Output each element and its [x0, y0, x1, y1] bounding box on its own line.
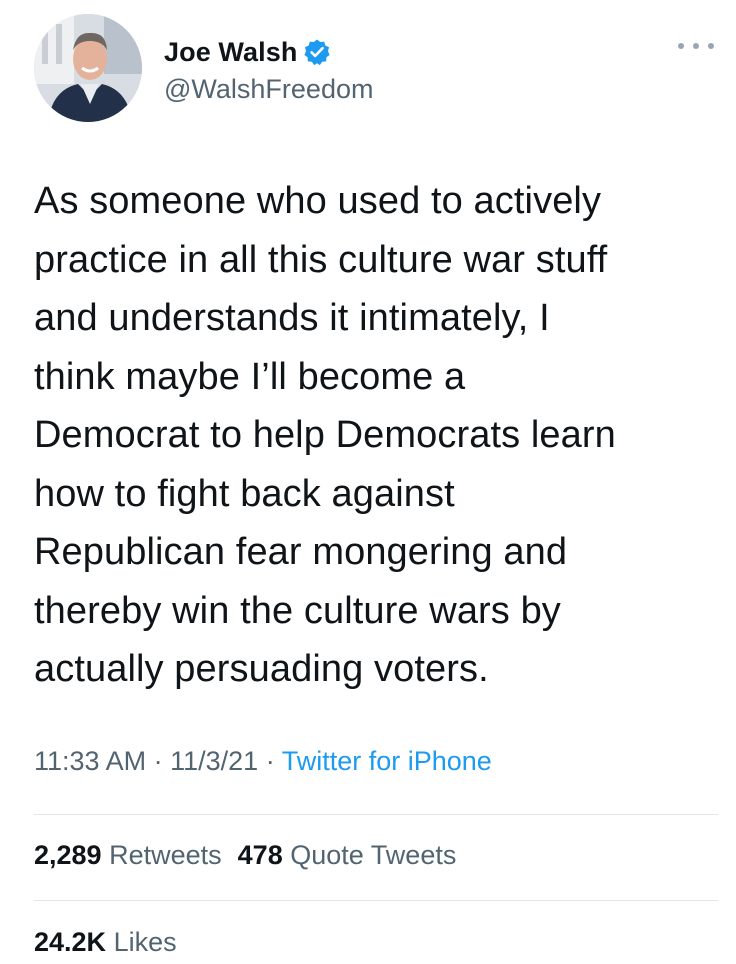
retweets-label: Retweets: [109, 840, 222, 870]
avatar-image: [34, 14, 142, 122]
more-dot: [678, 43, 684, 49]
more-dot: [708, 43, 714, 49]
more-dot: [693, 43, 699, 49]
tweet-meta: 11:33 AM · 11/3/21 · Twitter for iPhone: [34, 746, 492, 777]
likes-count: 24.2K: [34, 927, 107, 957]
retweets-stat[interactable]: 2,289 Retweets: [34, 840, 222, 871]
meta-separator: ·: [153, 746, 163, 776]
quote-tweets-stat[interactable]: 478 Quote Tweets: [238, 840, 457, 871]
more-options-icon[interactable]: [678, 36, 714, 56]
likes-stats-row: 24.2K Likes: [34, 927, 177, 958]
retweets-count: 2,289: [34, 840, 102, 870]
author-block: Joe Walsh @WalshFreedom: [164, 36, 373, 105]
quote-tweets-label: Quote Tweets: [290, 840, 457, 870]
divider: [34, 900, 718, 901]
tweet-header: Joe Walsh @WalshFreedom: [34, 14, 714, 126]
likes-stat[interactable]: 24.2K Likes: [34, 927, 177, 958]
verified-badge-icon: [303, 38, 331, 66]
avatar[interactable]: [34, 14, 142, 122]
tweet-text: As someone who used to actively practice…: [34, 180, 616, 690]
likes-label: Likes: [113, 927, 177, 957]
tweet-time[interactable]: 11:33 AM: [34, 746, 146, 776]
meta-separator: ·: [265, 746, 275, 776]
engagement-stats-row: 2,289 Retweets 478 Quote Tweets: [34, 840, 456, 871]
divider: [34, 814, 718, 815]
quote-tweets-count: 478: [237, 840, 283, 870]
tweet-source-link[interactable]: Twitter for iPhone: [282, 746, 492, 776]
author-handle[interactable]: @WalshFreedom: [164, 74, 373, 105]
author-name[interactable]: Joe Walsh: [164, 37, 297, 68]
tweet-date[interactable]: 11/3/21: [170, 746, 258, 776]
